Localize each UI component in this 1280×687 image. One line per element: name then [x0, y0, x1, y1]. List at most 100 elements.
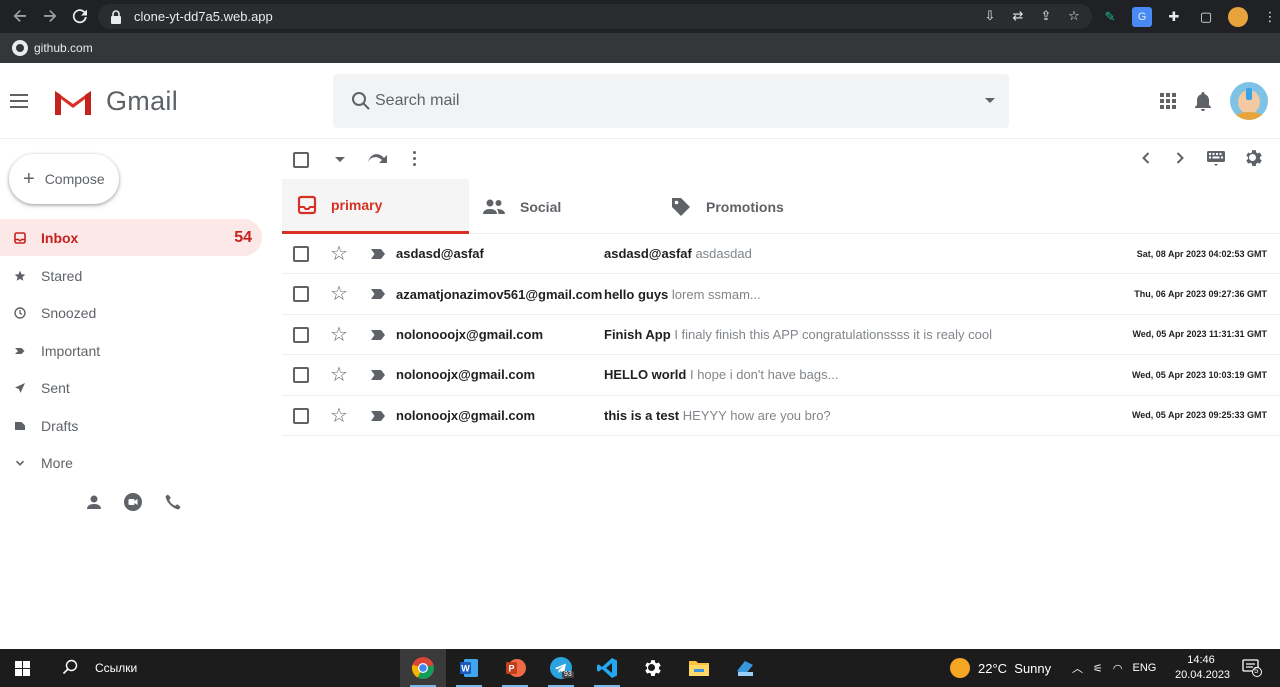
- email-checkbox[interactable]: [293, 367, 309, 384]
- sidebar-item-label: Inbox: [41, 229, 79, 246]
- star-icon[interactable]: ☆: [330, 325, 348, 345]
- profile-avatar-icon[interactable]: [1228, 6, 1248, 27]
- word-app-icon[interactable]: W: [446, 649, 492, 687]
- svg-text:W: W: [461, 664, 470, 674]
- tab-primary[interactable]: primary: [282, 179, 469, 234]
- draft-icon: [14, 420, 26, 432]
- extensions-puzzle-icon[interactable]: ✚: [1164, 7, 1184, 27]
- sidebar-item-stared[interactable]: Stared: [0, 257, 262, 294]
- select-all-checkbox[interactable]: [293, 152, 309, 168]
- search-bar[interactable]: [333, 74, 1009, 128]
- file-explorer-app-icon[interactable]: [676, 649, 722, 687]
- install-app-icon[interactable]: ⇩: [982, 8, 998, 24]
- language-indicator[interactable]: ENG: [1132, 662, 1156, 674]
- compose-button[interactable]: + Compose: [9, 154, 119, 204]
- settings-app-icon[interactable]: [630, 649, 676, 687]
- taskbar-search-text[interactable]: Ссылки: [95, 661, 137, 675]
- telegram-app-icon[interactable]: 93: [538, 649, 584, 687]
- search-options-caret-icon[interactable]: [985, 98, 995, 103]
- email-checkbox[interactable]: [293, 286, 309, 303]
- email-subject: asdasd@asfaf asdasdad: [604, 246, 752, 261]
- star-icon[interactable]: ☆: [330, 365, 348, 385]
- wifi-icon[interactable]: ◠: [1113, 662, 1123, 675]
- forward-arrow-icon[interactable]: [36, 2, 64, 30]
- important-marker-icon[interactable]: [370, 369, 386, 381]
- email-snippet: asdasdad: [695, 246, 752, 262]
- weather-widget[interactable]: 22°C Sunny: [950, 658, 1051, 678]
- bookmark-star-icon[interactable]: ☆: [1066, 8, 1082, 24]
- sidebar-item-snoozed[interactable]: Snoozed: [0, 294, 262, 331]
- email-row[interactable]: ☆ azamatjonazimov561@gmail.com hello guys …: [282, 274, 1280, 315]
- email-snippet: HEYYY how are you bro?: [682, 407, 831, 423]
- gmail-logo[interactable]: Gmail: [52, 86, 178, 117]
- expand-more-icon: [14, 457, 26, 469]
- important-marker-icon[interactable]: [370, 248, 386, 260]
- unread-count: 54: [234, 228, 252, 246]
- important-marker-icon[interactable]: [370, 288, 386, 300]
- vscode-app-icon[interactable]: [584, 649, 630, 687]
- email-subject: Finish App I finaly finish this APP cong…: [604, 327, 992, 342]
- side-panel-icon[interactable]: ▢: [1196, 7, 1216, 27]
- address-bar[interactable]: clone-yt-dd7a5.web.app ⇩ ⇄ ⇪ ☆: [98, 4, 1092, 29]
- bookmark-github[interactable]: github.com: [12, 40, 93, 56]
- taskbar-search-icon[interactable]: [62, 659, 78, 675]
- email-subject: hello guys lorem ssmam...: [604, 287, 761, 302]
- star-icon[interactable]: ☆: [330, 284, 348, 304]
- video-chat-icon[interactable]: [123, 492, 143, 512]
- tab-label: primary: [331, 197, 383, 213]
- user-avatar[interactable]: [1230, 82, 1268, 120]
- back-arrow-icon[interactable]: [6, 2, 34, 30]
- email-snippet: lorem ssmam...: [671, 286, 761, 302]
- sidebar-item-sent[interactable]: Sent: [0, 369, 262, 406]
- extension-translate-icon[interactable]: G: [1132, 6, 1152, 27]
- apps-grid-icon[interactable]: [1160, 93, 1176, 109]
- category-tabs: primary Social Promotions: [282, 179, 1280, 234]
- star-icon[interactable]: ☆: [330, 244, 348, 264]
- sidebar-item-more[interactable]: More: [0, 444, 262, 481]
- email-subject: HELLO world I hope i don't have bags...: [604, 367, 838, 382]
- translate-icon[interactable]: ⇄: [1010, 8, 1026, 24]
- menu-icon[interactable]: [10, 94, 28, 108]
- windows-start-icon[interactable]: [15, 661, 30, 676]
- phone-icon[interactable]: [164, 493, 182, 511]
- chrome-app-icon[interactable]: [400, 649, 446, 687]
- important-marker-icon[interactable]: [370, 410, 386, 422]
- email-row[interactable]: ☆ nolonooojx@gmail.com Finish App I finaly…: [282, 315, 1280, 356]
- reload-icon[interactable]: [66, 2, 94, 30]
- sidebar-item-drafts[interactable]: Drafts: [0, 407, 262, 444]
- important-marker-icon[interactable]: [370, 329, 386, 341]
- redo-icon[interactable]: [366, 149, 388, 167]
- keyboard-icon[interactable]: [1206, 149, 1226, 167]
- tab-promotions[interactable]: Promotions: [670, 179, 784, 234]
- sidebar-item-inbox[interactable]: Inbox 54: [0, 219, 262, 256]
- star-icon[interactable]: ☆: [330, 406, 348, 426]
- share-icon[interactable]: ⇪: [1038, 8, 1054, 24]
- email-row[interactable]: ☆ asdasd@asfaf asdasd@asfaf asdasdad Sat, 0…: [282, 234, 1280, 275]
- notification-center-icon[interactable]: 5: [1242, 659, 1262, 682]
- installer-app-icon[interactable]: [722, 649, 768, 687]
- email-checkbox[interactable]: [293, 246, 309, 262]
- more-options-icon[interactable]: [413, 151, 416, 166]
- menu-kebab-icon[interactable]: ⋮: [1260, 7, 1280, 27]
- chevron-right-icon[interactable]: [1172, 150, 1188, 166]
- person-icon[interactable]: [86, 494, 102, 510]
- search-input[interactable]: [375, 92, 935, 110]
- email-row[interactable]: ☆ nolonoojx@gmail.com this is a test HEYYY…: [282, 396, 1280, 436]
- email-checkbox[interactable]: [293, 407, 309, 424]
- chevron-left-icon[interactable]: [1138, 150, 1154, 166]
- powerpoint-app-icon[interactable]: P: [492, 649, 538, 687]
- extension-pen-icon[interactable]: ✎: [1100, 7, 1120, 27]
- tray-chevron-up-icon[interactable]: ︿: [1072, 660, 1083, 676]
- notifications-bell-icon[interactable]: [1194, 91, 1212, 111]
- tab-social[interactable]: Social: [482, 179, 561, 234]
- network-icon[interactable]: ⚟: [1093, 662, 1103, 675]
- settings-gear-icon[interactable]: [1244, 148, 1264, 168]
- select-dropdown-caret-icon[interactable]: [335, 157, 345, 162]
- email-date: Wed, 05 Apr 2023 09:25:33 GMT: [1131, 410, 1267, 421]
- email-row[interactable]: ☆ nolonoojx@gmail.com HELLO world I hope i…: [282, 355, 1280, 396]
- taskbar-clock[interactable]: 14:46 20.04.2023: [1175, 653, 1230, 683]
- system-tray: ︿ ⚟ ◠ ENG: [1072, 660, 1156, 676]
- inbox-icon: [297, 195, 317, 215]
- email-checkbox[interactable]: [293, 326, 309, 343]
- sidebar-item-important[interactable]: Important: [0, 332, 262, 369]
